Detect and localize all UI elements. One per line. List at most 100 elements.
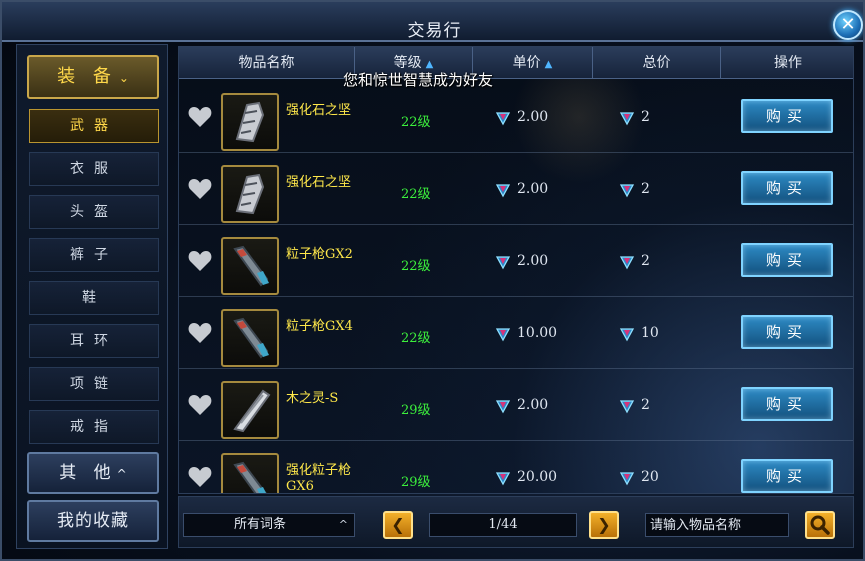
sidebar-item-helmet[interactable]: 头盔 [29, 195, 159, 229]
total-price: 2 [641, 253, 650, 269]
diamond-currency-icon [619, 472, 635, 486]
table-row: 强化粒子枪GX6 29级 20.00 20 购买 [179, 441, 853, 494]
sidebar-item-weapon[interactable]: 武器 [29, 109, 159, 143]
favorite-heart-icon[interactable] [187, 177, 213, 201]
item-thumbnail[interactable] [221, 309, 279, 367]
column-action: 操作 [721, 47, 853, 79]
affix-filter-value: 所有词条 [234, 517, 287, 532]
chevron-down-icon: ⌄ [118, 71, 129, 85]
sidebar-item-pants[interactable]: 裤子 [29, 238, 159, 272]
item-thumbnail[interactable] [221, 381, 279, 439]
chevron-up-icon: ^ [116, 467, 127, 481]
table-row: 粒子枪GX2 22级 2.00 2 购买 [179, 225, 853, 297]
diamond-currency-icon [495, 184, 511, 198]
my-favorites-button[interactable]: 我的收藏 [27, 500, 159, 542]
total-price: 2 [641, 397, 650, 413]
sidebar-item-ring[interactable]: 戒指 [29, 410, 159, 444]
unit-price: 2.00 [517, 253, 549, 269]
item-level: 22级 [401, 187, 431, 202]
favorite-heart-icon[interactable] [187, 105, 213, 129]
gun-icon [223, 317, 277, 369]
sidebar-item-earring[interactable]: 耳环 [29, 324, 159, 358]
item-level: 22级 [401, 259, 431, 274]
search-icon [810, 515, 830, 535]
item-name: 粒子枪GX2 [286, 247, 353, 262]
favorite-heart-icon[interactable] [187, 465, 213, 489]
unit-price: 20.00 [517, 469, 558, 485]
diamond-currency-icon [619, 184, 635, 198]
column-label: 总价 [642, 55, 671, 71]
item-level: 22级 [401, 331, 431, 346]
sidebar-item-label: 鞋 [82, 290, 106, 306]
item-thumbnail[interactable] [221, 165, 279, 223]
item-search-input[interactable] [645, 513, 789, 537]
item-thumbnail[interactable] [221, 237, 279, 295]
diamond-currency-icon [495, 256, 511, 270]
buy-button[interactable]: 购买 [741, 99, 833, 133]
close-icon: ✕ [840, 14, 856, 35]
buy-button[interactable]: 购买 [741, 243, 833, 277]
column-label: 单价 [512, 55, 541, 71]
total-price: 20 [641, 469, 659, 485]
listing-table: 物品名称 等级 ▲ 单价 ▲ 总价 操作 强化石之坚 22级 2.00 2 购买 强化石之坚 2… [178, 46, 854, 494]
unit-price: 2.00 [517, 397, 549, 413]
buy-button[interactable]: 购买 [741, 459, 833, 493]
sidebar-item-necklace[interactable]: 项链 [29, 367, 159, 401]
search-button[interactable] [805, 511, 835, 539]
sidebar-item-label: 衣服 [70, 161, 118, 177]
item-name: 粒子枪GX4 [286, 319, 353, 334]
my-favorites-label: 我的收藏 [57, 511, 129, 531]
table-header: 物品名称 等级 ▲ 单价 ▲ 总价 操作 [179, 47, 853, 79]
buy-button[interactable]: 购买 [741, 387, 833, 421]
chevron-right-icon: ❯ [597, 515, 611, 534]
affix-filter-dropdown[interactable]: 所有词条 ^ [183, 513, 355, 537]
sidebar-item-label: 戒指 [70, 419, 118, 435]
unit-price: 2.00 [517, 181, 549, 197]
item-name: 木之灵-S [286, 391, 339, 406]
table-row: 粒子枪GX4 22级 10.00 10 购买 [179, 297, 853, 369]
category-other-button[interactable]: 其 他^ [27, 452, 159, 494]
total-price: 2 [641, 109, 650, 125]
diamond-currency-icon [619, 328, 635, 342]
next-page-button[interactable]: ❯ [589, 511, 619, 539]
sidebar-item-clothes[interactable]: 衣服 [29, 152, 159, 186]
sidebar-item-label: 头盔 [70, 204, 118, 220]
item-thumbnail[interactable] [221, 453, 279, 493]
item-name: 强化石之坚 [286, 175, 352, 190]
bottom-toolbar: 所有词条 ^ ❮ 1/44 ❯ [178, 496, 854, 548]
item-name: 强化石之坚 [286, 103, 352, 118]
column-item-name: 物品名称 [179, 47, 355, 79]
favorite-heart-icon[interactable] [187, 321, 213, 345]
sidebar-item-label: 耳环 [70, 333, 118, 349]
sidebar-item-label: 项链 [70, 376, 118, 392]
sidebar-item-label: 武器 [70, 118, 118, 134]
trading-window: 交易行 ✕ 装 备 ⌄ 武器 衣服 头盔 裤子 鞋 耳环 项链 戒指 其 他^ 我… [0, 0, 865, 561]
close-button[interactable]: ✕ [833, 10, 863, 40]
diamond-currency-icon [619, 400, 635, 414]
page-indicator: 1/44 [429, 513, 577, 537]
buy-button[interactable]: 购买 [741, 315, 833, 349]
favorite-heart-icon[interactable] [187, 249, 213, 273]
diamond-currency-icon [495, 112, 511, 126]
sidebar-item-shoes[interactable]: 鞋 [29, 281, 159, 315]
buy-button[interactable]: 购买 [741, 171, 833, 205]
chevron-left-icon: ❮ [391, 515, 405, 534]
column-label: 操作 [774, 55, 802, 71]
category-equipment-button[interactable]: 装 备 ⌄ [27, 55, 159, 99]
table-row: 强化石之坚 22级 2.00 2 购买 [179, 81, 853, 153]
system-notice: 您和惊世智慧成为好友 [343, 71, 494, 89]
window-title: 交易行 [407, 21, 462, 41]
chevron-up-icon: ^ [338, 518, 348, 531]
item-level: 29级 [401, 403, 431, 418]
total-price: 2 [641, 181, 650, 197]
table-row: 强化石之坚 22级 2.00 2 购买 [179, 153, 853, 225]
sidebar-item-label: 裤子 [70, 247, 118, 263]
favorite-heart-icon[interactable] [187, 393, 213, 417]
item-thumbnail[interactable] [221, 93, 279, 151]
blade-icon [223, 389, 277, 441]
item-name: 强化粒子枪GX6 [286, 463, 352, 494]
category-other-label: 其 他 [59, 463, 117, 483]
prev-page-button[interactable]: ❮ [383, 511, 413, 539]
stone-icon [223, 173, 277, 225]
unit-price: 10.00 [517, 325, 558, 341]
